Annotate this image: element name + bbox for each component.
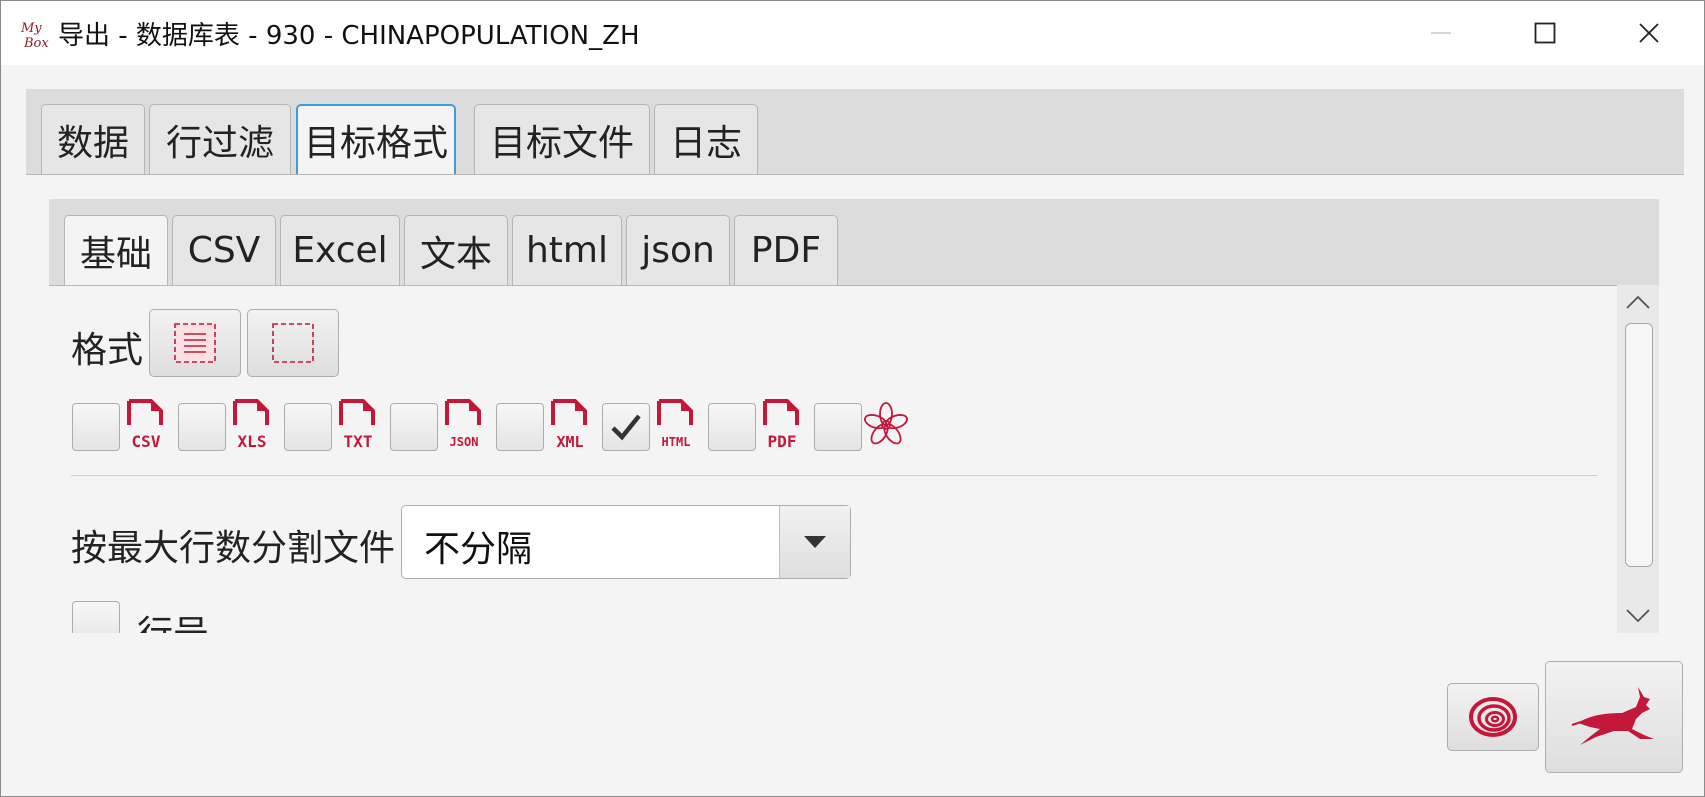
clear-icon bbox=[1469, 697, 1517, 737]
tab-html[interactable]: html bbox=[512, 215, 622, 285]
start-button[interactable] bbox=[1545, 661, 1683, 773]
minimize-button[interactable] bbox=[1389, 1, 1493, 65]
maximize-icon bbox=[1534, 22, 1556, 44]
chevron-down-icon bbox=[1626, 609, 1650, 623]
other-format-checkbox[interactable] bbox=[814, 403, 862, 451]
tab-csv[interactable]: CSV bbox=[172, 215, 276, 285]
close-button[interactable] bbox=[1597, 1, 1701, 65]
svg-text:CSV: CSV bbox=[132, 432, 161, 451]
select-all-button[interactable] bbox=[149, 309, 241, 377]
scroll-down-button[interactable] bbox=[1617, 599, 1659, 633]
xls-checkbox[interactable] bbox=[178, 403, 226, 451]
xls-file-icon: XLS bbox=[233, 399, 269, 451]
txt-checkbox[interactable] bbox=[284, 403, 332, 451]
txt-file-icon: TXT bbox=[339, 399, 375, 451]
row-number-checkbox[interactable] bbox=[72, 601, 120, 633]
svg-text:XML: XML bbox=[556, 433, 583, 451]
maximize-button[interactable] bbox=[1493, 1, 1597, 65]
tab-target-file[interactable]: 目标文件 bbox=[474, 104, 650, 174]
tab-json[interactable]: json bbox=[626, 215, 730, 285]
pdf-file-icon: PDF bbox=[763, 399, 799, 451]
svg-text:My: My bbox=[20, 21, 42, 36]
inner-tab-bar: 基础 CSV Excel 文本 html json PDF bbox=[49, 199, 1659, 286]
tab-data[interactable]: 数据 bbox=[41, 104, 145, 174]
combobox-arrow-button[interactable] bbox=[779, 506, 850, 578]
chevron-up-icon bbox=[1626, 295, 1650, 309]
svg-text:HTML: HTML bbox=[662, 435, 691, 449]
format-label: 格式 bbox=[71, 330, 144, 371]
run-icon bbox=[1571, 687, 1654, 745]
json-checkbox[interactable] bbox=[390, 403, 438, 451]
separator bbox=[71, 475, 1597, 476]
checkmark-icon bbox=[611, 414, 641, 441]
html-file-icon: HTML bbox=[657, 399, 693, 449]
select-all-icon bbox=[174, 323, 216, 363]
window-title: 导出 - 数据库表 - 930 - CHINAPOPULATION_ZH bbox=[58, 21, 640, 51]
svg-text:JSON: JSON bbox=[450, 435, 479, 449]
csv-file-icon: CSV bbox=[127, 399, 163, 451]
xml-file-icon: XML bbox=[551, 399, 587, 451]
tab-basic[interactable]: 基础 bbox=[64, 215, 168, 285]
outer-tab-bar: 数据 行过滤 目标格式 目标文件 日志 bbox=[26, 89, 1684, 175]
svg-text:XLS: XLS bbox=[238, 432, 267, 451]
svg-text:PDF: PDF bbox=[768, 432, 797, 451]
tab-target-format[interactable]: 目标格式 bbox=[296, 104, 456, 174]
select-none-icon bbox=[272, 323, 314, 363]
minimize-icon bbox=[1431, 32, 1451, 34]
title-bar: My Box 导出 - 数据库表 - 930 - CHINAPOPULATION… bbox=[1, 1, 1704, 65]
split-combobox[interactable]: 不分隔 bbox=[401, 505, 851, 579]
tab-row-filter[interactable]: 行过滤 bbox=[149, 104, 291, 174]
chevron-down-icon bbox=[804, 536, 826, 548]
scroll-thumb[interactable] bbox=[1625, 323, 1653, 567]
flower-icon bbox=[864, 402, 908, 445]
close-icon bbox=[1639, 23, 1659, 43]
export-window: My Box 导出 - 数据库表 - 930 - CHINAPOPULATION… bbox=[0, 0, 1705, 797]
svg-text:Box: Box bbox=[23, 36, 49, 51]
split-label: 按最大行数分割文件 bbox=[71, 528, 396, 569]
vertical-scrollbar[interactable] bbox=[1617, 285, 1659, 633]
tab-log[interactable]: 日志 bbox=[654, 104, 758, 174]
row-number-label: 行号 bbox=[137, 605, 209, 633]
tab-pdf[interactable]: PDF bbox=[734, 215, 838, 285]
mybox-logo: My Box bbox=[19, 19, 53, 51]
json-file-icon: JSON bbox=[445, 399, 481, 449]
svg-text:TXT: TXT bbox=[344, 432, 373, 451]
select-none-button[interactable] bbox=[247, 309, 339, 377]
html-checkbox[interactable] bbox=[602, 403, 650, 451]
scroll-up-button[interactable] bbox=[1617, 285, 1659, 319]
csv-checkbox[interactable] bbox=[72, 403, 120, 451]
xml-checkbox[interactable] bbox=[496, 403, 544, 451]
tab-excel[interactable]: Excel bbox=[280, 215, 400, 285]
clear-button[interactable] bbox=[1447, 683, 1539, 751]
pdf-checkbox[interactable] bbox=[708, 403, 756, 451]
tab-text[interactable]: 文本 bbox=[404, 215, 508, 285]
split-combobox-value: 不分隔 bbox=[424, 529, 533, 570]
row-number-clip: 行号 bbox=[49, 591, 1617, 633]
